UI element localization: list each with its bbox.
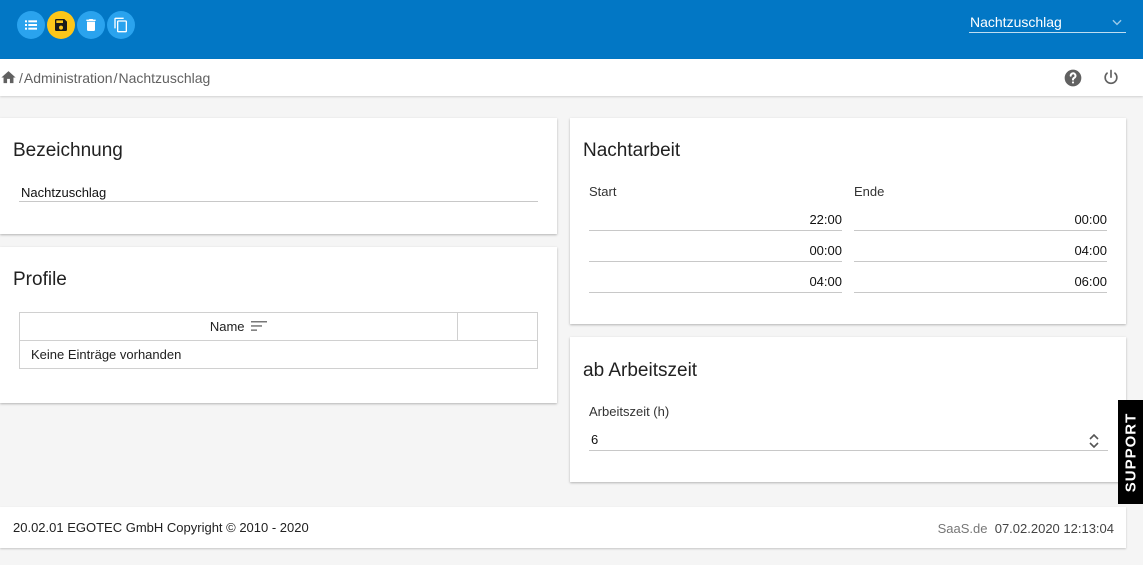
table-header-row: Name (19, 312, 538, 341)
copy-icon (114, 17, 127, 33)
save-button[interactable] (47, 11, 75, 39)
profile-title: Profile (13, 269, 67, 290)
bezeichnung-card: Bezeichnung Nachtzuschlag (0, 118, 557, 234)
bezeichnung-value: Nachtzuschlag (21, 185, 107, 200)
help-icon[interactable] (1063, 68, 1083, 88)
timestamp: 07.02.2020 12:13:04 (994, 521, 1114, 536)
footer-meta: SaaS.de 07.02.2020 12:13:04 (938, 521, 1114, 536)
start-time-input[interactable]: 04:00 (589, 274, 842, 293)
site-label: SaaS.de (937, 521, 988, 536)
delete-button[interactable] (77, 11, 105, 39)
profile-card: Profile Name Keine Einträge vorhanden (0, 247, 557, 403)
record-select[interactable]: Nachtzuschlag (969, 12, 1126, 33)
profile-table: Name Keine Einträge vorhanden (19, 312, 538, 369)
footer: 20.02.01 EGOTEC GmbH Copyright © 2010 - … (0, 507, 1126, 548)
arbeitszeit-label: Arbeitszeit (h) (589, 404, 670, 419)
breadcrumb: / Administration / Nachtzuschlag (0, 69, 210, 86)
save-icon (55, 19, 67, 31)
support-label: SUPPORT (1122, 412, 1140, 492)
start-time-value: 22:00 (809, 212, 842, 227)
arbeitszeit-card: ab Arbeitszeit Arbeitszeit (h) 6 (570, 337, 1126, 482)
copy-button[interactable] (107, 11, 135, 39)
end-time-input[interactable]: 04:00 (854, 243, 1107, 262)
support-tab[interactable]: SUPPORT (1118, 400, 1143, 504)
breadcrumb-separator: / (113, 69, 118, 86)
top-toolbar: Nachtzuschlag (0, 0, 1143, 59)
end-time-input[interactable]: 06:00 (854, 274, 1107, 293)
table-row: Keine Einträge vorhanden (19, 340, 538, 369)
empty-message: Keine Einträge vorhanden (19, 340, 538, 369)
name-column-label: Name (209, 319, 245, 334)
start-time-value: 00:00 (809, 243, 842, 258)
power-icon[interactable] (1101, 68, 1121, 88)
end-label: Ende (854, 184, 885, 199)
arbeitszeit-input[interactable]: 6 (589, 432, 1108, 451)
end-time-value: 04:00 (1074, 243, 1107, 258)
bezeichnung-input[interactable]: Nachtzuschlag (19, 183, 538, 202)
arbeitszeit-title: ab Arbeitszeit (583, 360, 698, 381)
breadcrumb-bar: / Administration / Nachtzuschlag (0, 59, 1143, 96)
stepper-icon[interactable] (1088, 434, 1100, 448)
end-time-input[interactable]: 00:00 (854, 212, 1107, 231)
start-label: Start (589, 184, 617, 199)
nachtarbeit-card: Nachtarbeit Start Ende 22:00 00:00 00:00… (570, 118, 1126, 324)
breadcrumb-item-administration[interactable]: Administration (24, 70, 113, 86)
start-time-value: 04:00 (809, 274, 842, 289)
breadcrumb-separator: / (19, 69, 23, 86)
nachtarbeit-title: Nachtarbeit (583, 140, 681, 161)
home-icon[interactable] (0, 69, 17, 86)
start-time-input[interactable]: 00:00 (589, 243, 842, 262)
copyright-text: 20.02.01 EGOTEC GmbH Copyright © 2010 - … (13, 520, 309, 535)
list-button[interactable] (17, 11, 45, 39)
record-select-value: Nachtzuschlag (970, 14, 1062, 30)
bezeichnung-title: Bezeichnung (13, 140, 123, 161)
start-time-input[interactable]: 22:00 (589, 212, 842, 231)
name-column-header[interactable]: Name (19, 312, 458, 341)
sort-icon[interactable] (251, 320, 268, 332)
chevron-down-icon (1112, 19, 1122, 26)
trash-icon (86, 19, 96, 31)
end-time-value: 00:00 (1074, 212, 1107, 227)
breadcrumb-item-current: Nachtzuschlag (118, 69, 211, 86)
arbeitszeit-value: 6 (591, 432, 599, 447)
actions-column-header (457, 312, 538, 341)
list-icon (25, 20, 37, 30)
end-time-value: 06:00 (1074, 274, 1107, 289)
